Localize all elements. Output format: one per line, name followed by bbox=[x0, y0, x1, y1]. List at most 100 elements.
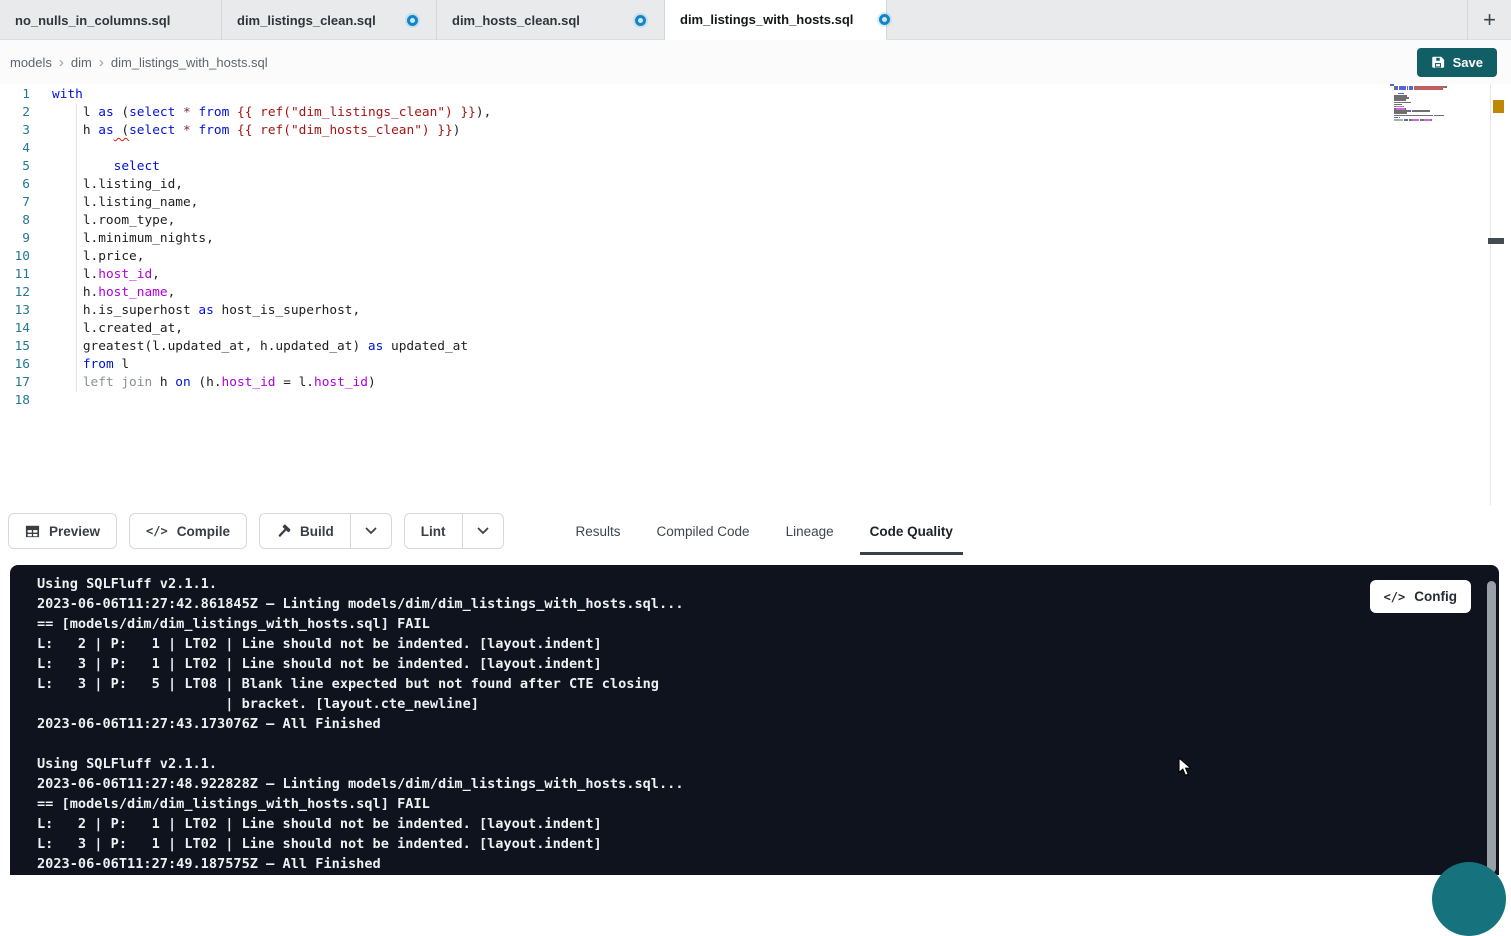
build-button-main[interactable]: Build bbox=[260, 514, 350, 548]
terminal-line: 2023-06-06T11:27:43.173076Z — All Finish… bbox=[37, 714, 1379, 734]
build-button-label: Build bbox=[300, 524, 334, 539]
file-tab-bar: no_nulls_in_columns.sql dim_listings_clea… bbox=[0, 0, 1511, 40]
line-number: 9 bbox=[0, 230, 30, 248]
config-button-label: Config bbox=[1414, 589, 1457, 604]
line-number: 10 bbox=[0, 248, 30, 266]
unsaved-dot-icon bbox=[635, 15, 646, 26]
chevron-down-icon bbox=[477, 527, 489, 535]
line-number: 2 bbox=[0, 104, 30, 122]
lint-button-label: Lint bbox=[421, 524, 446, 539]
line-number: 5 bbox=[0, 158, 30, 176]
lint-button[interactable]: Lint bbox=[404, 513, 504, 549]
minimap[interactable] bbox=[1390, 84, 1490, 505]
new-tab-button[interactable]: + bbox=[1467, 0, 1511, 40]
lint-dropdown-button[interactable] bbox=[462, 514, 503, 548]
line-number: 15 bbox=[0, 338, 30, 356]
line-number: 6 bbox=[0, 176, 30, 194]
code-line: l.minimum_nights, bbox=[52, 230, 1381, 248]
tab-code-quality[interactable]: Code Quality bbox=[852, 505, 971, 557]
preview-button[interactable]: Preview bbox=[8, 513, 117, 549]
preview-button-label: Preview bbox=[49, 524, 100, 539]
breadcrumb-bar: models › dim › dim_listings_with_hosts.s… bbox=[0, 40, 1511, 84]
terminal-line: L: 3 | P: 1 | LT02 | Line should not be … bbox=[37, 834, 1379, 854]
unsaved-dot-icon bbox=[407, 15, 418, 26]
code-line: l.listing_name, bbox=[52, 194, 1381, 212]
file-tab-no_nulls_in_columns[interactable]: no_nulls_in_columns.sql bbox=[0, 0, 222, 40]
overview-ruler-border bbox=[1490, 84, 1491, 505]
line-numbers: 123456789101112131415161718 bbox=[0, 86, 30, 410]
line-number: 16 bbox=[0, 356, 30, 374]
compile-button-label: Compile bbox=[177, 524, 230, 539]
code-line: l as (select * from {{ ref("dim_listings… bbox=[52, 104, 1381, 122]
plus-icon: + bbox=[1483, 7, 1496, 33]
terminal-scrollbar[interactable] bbox=[1487, 581, 1496, 873]
breadcrumb-models[interactable]: models bbox=[10, 55, 52, 70]
code-line: left join h on (h.host_id = l.host_id) bbox=[52, 374, 1381, 392]
terminal-line: | bracket. [layout.cte_newline] bbox=[37, 694, 1379, 714]
line-number: 4 bbox=[0, 140, 30, 158]
terminal-line: L: 2 | P: 1 | LT02 | Line should not be … bbox=[37, 814, 1379, 834]
line-number: 7 bbox=[0, 194, 30, 212]
action-toolbar: Preview</>CompileBuildLint ResultsCompil… bbox=[0, 505, 1511, 557]
unsaved-dot-icon bbox=[879, 14, 890, 25]
help-fab-button[interactable] bbox=[1432, 862, 1506, 936]
terminal-line: == [models/dim/dim_listings_with_hosts.s… bbox=[37, 794, 1379, 814]
line-number: 14 bbox=[0, 320, 30, 338]
code-icon: </> bbox=[1384, 590, 1406, 604]
config-button[interactable]: </> Config bbox=[1370, 580, 1471, 613]
code-line bbox=[52, 140, 1381, 158]
code-line: l.room_type, bbox=[52, 212, 1381, 230]
save-button[interactable]: Save bbox=[1417, 48, 1497, 77]
terminal-line: == [models/dim/dim_listings_with_hosts.s… bbox=[37, 614, 1379, 634]
code-content[interactable]: with l as (select * from {{ ref("dim_lis… bbox=[52, 86, 1381, 410]
code-line bbox=[52, 392, 1381, 410]
terminal-line bbox=[37, 734, 1379, 754]
compile-button-main[interactable]: </>Compile bbox=[130, 514, 246, 548]
result-tab-bar: ResultsCompiled CodeLineageCode Quality bbox=[558, 505, 971, 557]
preview-button-main[interactable]: Preview bbox=[9, 514, 116, 548]
file-tab-label: dim_hosts_clean.sql bbox=[452, 13, 580, 28]
breadcrumb-file: dim_listings_with_hosts.sql bbox=[111, 55, 268, 70]
terminal-line: Using SQLFluff v2.1.1. bbox=[37, 574, 1379, 594]
build-button[interactable]: Build bbox=[259, 513, 392, 549]
chevron-right-icon: › bbox=[59, 54, 64, 71]
code-line: from l bbox=[52, 356, 1381, 374]
build-dropdown-button[interactable] bbox=[350, 514, 391, 548]
table-icon bbox=[25, 524, 40, 539]
line-number: 13 bbox=[0, 302, 30, 320]
compile-button[interactable]: </>Compile bbox=[129, 513, 247, 549]
terminal-line: Using SQLFluff v2.1.1. bbox=[37, 754, 1379, 774]
chevron-right-icon: › bbox=[99, 54, 104, 71]
save-button-label: Save bbox=[1453, 55, 1483, 70]
breadcrumb-dim[interactable]: dim bbox=[71, 55, 92, 70]
tab-results[interactable]: Results bbox=[558, 505, 639, 557]
code-line: h as (select * from {{ ref("dim_hosts_cl… bbox=[52, 122, 1381, 140]
chevron-down-icon bbox=[365, 527, 377, 535]
terminal-line: 2023-06-06T11:27:49.187575Z — All Finish… bbox=[37, 854, 1379, 874]
tab-lineage[interactable]: Lineage bbox=[768, 505, 852, 557]
code-line: h.host_name, bbox=[52, 284, 1381, 302]
terminal-panel: Using SQLFluff v2.1.1.2023-06-06T11:27:4… bbox=[10, 565, 1499, 875]
code-line: l.host_id, bbox=[52, 266, 1381, 284]
file-tab-dim_listings_clean[interactable]: dim_listings_clean.sql bbox=[222, 0, 437, 40]
code-line: l.listing_id, bbox=[52, 176, 1381, 194]
line-number: 17 bbox=[0, 374, 30, 392]
terminal-line: L: 3 | P: 1 | LT02 | Line should not be … bbox=[37, 654, 1379, 674]
code-line: l.created_at, bbox=[52, 320, 1381, 338]
terminal-line: L: 2 | P: 1 | LT02 | Line should not be … bbox=[37, 634, 1379, 654]
file-tab-label: dim_listings_clean.sql bbox=[237, 13, 376, 28]
terminal-line: 2023-06-06T11:27:42.861845Z — Linting mo… bbox=[37, 594, 1379, 614]
line-number: 8 bbox=[0, 212, 30, 230]
tab-compiled-code[interactable]: Compiled Code bbox=[639, 505, 768, 557]
lint-button-main[interactable]: Lint bbox=[405, 514, 462, 548]
code-editor[interactable]: 123456789101112131415161718 with l as (s… bbox=[0, 84, 1511, 505]
minimap-line bbox=[1390, 121, 1490, 123]
line-number: 12 bbox=[0, 284, 30, 302]
file-tab-label: dim_listings_with_hosts.sql bbox=[680, 12, 853, 27]
overview-ruler-cursor-marker bbox=[1488, 238, 1504, 244]
floppy-disk-icon bbox=[1431, 55, 1445, 69]
line-number: 11 bbox=[0, 266, 30, 284]
hammer-icon bbox=[276, 524, 291, 539]
file-tab-dim_listings_with_hosts[interactable]: dim_listings_with_hosts.sql bbox=[665, 0, 887, 40]
file-tab-dim_hosts_clean[interactable]: dim_hosts_clean.sql bbox=[437, 0, 665, 40]
